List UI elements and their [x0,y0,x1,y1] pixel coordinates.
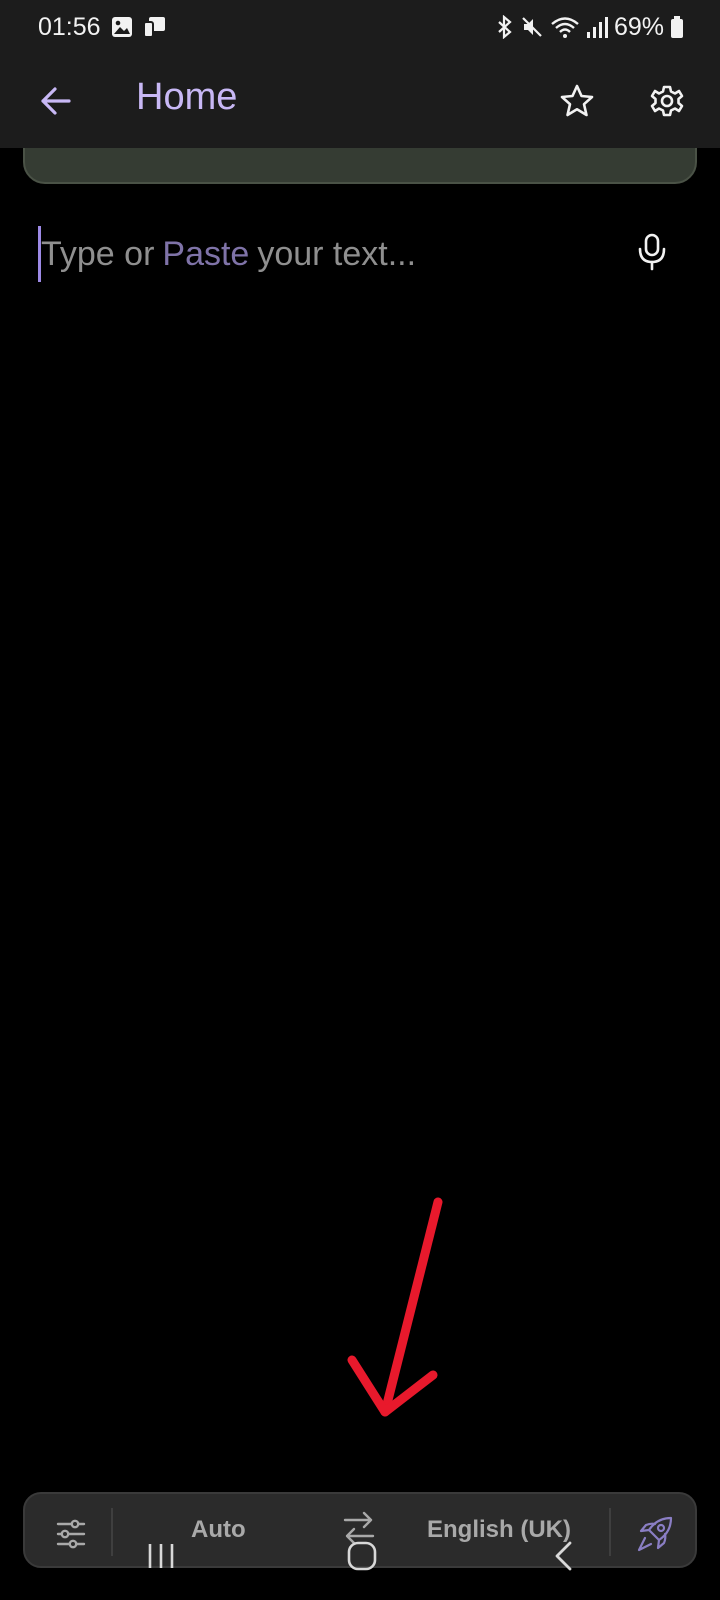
mute-icon [520,15,544,39]
voice-input-button[interactable] [628,228,676,276]
sliders-icon [56,1519,86,1549]
status-left: 01:56 [38,13,167,42]
battery-icon [670,15,684,39]
favorite-button[interactable] [550,74,604,128]
back-nav-button[interactable] [550,1540,578,1572]
rocket-icon[interactable] [635,1514,675,1554]
bluetooth-icon [496,15,514,39]
divider-right [609,1508,611,1556]
status-right: 69% [496,13,684,42]
settings-button[interactable] [640,74,694,128]
source-language[interactable]: Auto [191,1516,246,1544]
divider-left [111,1508,113,1556]
signal-icon [586,15,608,39]
app-bar: Home [0,54,720,148]
image-notification-icon [111,16,133,38]
back-button[interactable] [28,74,82,128]
status-bar: 01:56 69% [0,0,720,54]
status-time: 01:56 [38,12,101,41]
microphone-icon [638,233,666,271]
gear-icon [650,85,684,117]
paste-link[interactable]: Paste [162,235,249,274]
battery-text: 69% [613,12,664,41]
page-title: Home [136,76,238,118]
cast-notification-icon [142,16,167,38]
back-arrow-icon [41,87,71,115]
star-icon [560,84,594,117]
home-nav-button[interactable] [346,1540,378,1572]
screen: 01:56 69% Home Type or Paste your text..… [0,0,720,1600]
options-button[interactable] [51,1514,91,1554]
text-input[interactable]: Type or Paste your text... [38,226,618,282]
annotation-arrow [347,1197,443,1417]
wifi-icon [550,15,580,39]
placeholder-part1: Type or [41,234,155,273]
placeholder-part2: your text... [257,234,417,273]
recents-nav-button[interactable] [146,1542,176,1570]
